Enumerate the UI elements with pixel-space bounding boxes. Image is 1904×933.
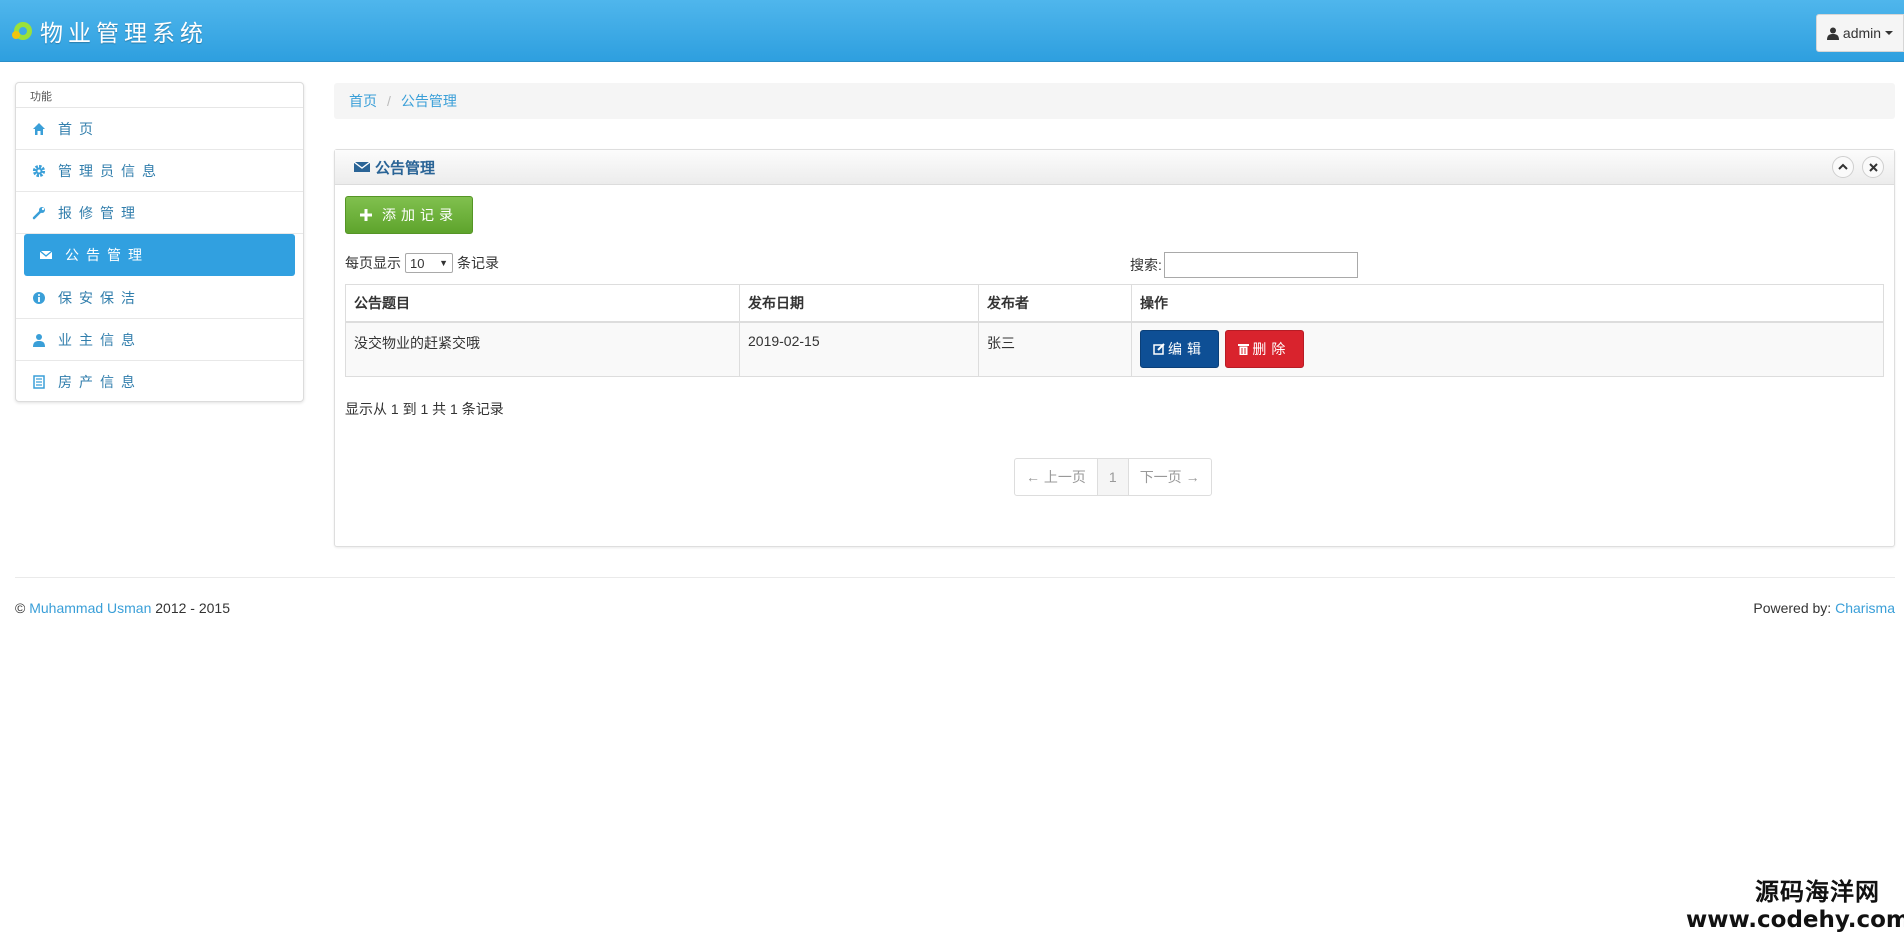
sidebar-item-label: 业主信息 <box>58 331 142 348</box>
envelope-icon <box>354 161 370 172</box>
search-label: 搜索: <box>1130 257 1162 273</box>
user-name: admin <box>1842 25 1882 41</box>
footer-divider <box>15 577 1895 578</box>
watermark-url: www.codehy.com <box>1686 907 1904 933</box>
edit-icon <box>1153 343 1165 355</box>
search-control: 搜索: <box>1130 252 1358 278</box>
sidebar: 功能 首页 管理员信息 报修管理 公告管理 保安保洁 业主信息 房产信息 <box>15 82 304 402</box>
panel-title: 公告管理 <box>354 157 435 178</box>
notice-table: 公告题目 发布日期 发布者 操作 没交物业的赶紧交哦 2019-02-15 张三… <box>345 284 1884 377</box>
sidebar-title: 功能 <box>16 83 303 108</box>
sidebar-item-repair[interactable]: 报修管理 <box>16 192 303 234</box>
sidebar-item-label: 房产信息 <box>58 374 142 390</box>
logo-icon <box>12 19 36 43</box>
home-icon <box>33 122 45 135</box>
author-link[interactable]: Muhammad Usman <box>29 600 151 616</box>
add-record-label: 添加记录 <box>382 207 458 223</box>
watermark: 源码海洋网 www.codehy.com <box>1686 872 1904 933</box>
breadcrumb: 首页 / 公告管理 <box>334 83 1895 119</box>
brand-title: 物业管理系统 <box>40 21 208 47</box>
cell-author: 张三 <box>978 321 1132 377</box>
cell-title: 没交物业的赶紧交哦 <box>345 321 740 377</box>
footer-copyright: © Muhammad Usman 2012 - 2015 <box>15 600 230 616</box>
pagination: ← 上一页 1 下一页 → <box>1014 458 1212 496</box>
sidebar-item-label: 首页 <box>58 120 100 137</box>
copyright-years: 2012 - 2015 <box>155 600 230 616</box>
next-page-button[interactable]: 下一页 → <box>1129 459 1211 495</box>
watermark-cn: 源码海洋网 <box>1755 878 1880 906</box>
notice-panel: 公告管理 添加记录 每页显示 10 ▼ 条记录 搜索: 公告题目 发布日期 发布… <box>334 149 1895 547</box>
column-header-author[interactable]: 发布者 <box>978 284 1132 323</box>
add-record-button[interactable]: 添加记录 <box>345 196 473 234</box>
page-length-control: 每页显示 10 ▼ 条记录 <box>345 253 499 273</box>
top-navbar: 物业管理系统 admin <box>0 0 1904 62</box>
sidebar-item-label: 管理员信息 <box>58 162 163 179</box>
sidebar-item-property[interactable]: 房产信息 <box>16 361 303 403</box>
sidebar-item-home[interactable]: 首页 <box>16 108 303 150</box>
page-length-select[interactable]: 10 ▼ <box>405 253 453 273</box>
close-icon <box>1868 162 1878 172</box>
copyright-symbol: © <box>15 600 26 616</box>
delete-label: 删除 <box>1252 341 1291 358</box>
wrench-icon <box>32 206 45 219</box>
cell-actions: 编辑 删除 <box>1131 321 1884 377</box>
sidebar-item-label: 公告管理 <box>65 247 149 263</box>
panel-title-text: 公告管理 <box>375 159 436 177</box>
cell-date: 2019-02-15 <box>739 321 979 377</box>
table-header-row: 公告题目 发布日期 发布者 操作 <box>345 284 1884 323</box>
delete-button[interactable]: 删除 <box>1224 330 1304 369</box>
page-number-1[interactable]: 1 <box>1096 459 1129 495</box>
plus-icon <box>360 209 372 221</box>
trash-icon <box>1238 344 1250 356</box>
page-length-suffix: 条记录 <box>457 255 499 271</box>
panel-tools <box>1824 156 1884 178</box>
charisma-link[interactable]: Charisma <box>1835 600 1895 616</box>
sidebar-item-owners[interactable]: 业主信息 <box>16 319 303 361</box>
panel-header: 公告管理 <box>335 150 1894 185</box>
powered-by-text: Powered by: <box>1753 600 1832 616</box>
column-header-title[interactable]: 公告题目 <box>345 284 740 323</box>
envelope-icon <box>39 250 53 259</box>
sidebar-item-admin-info[interactable]: 管理员信息 <box>16 150 303 192</box>
footer-powered: Powered by: Charisma <box>1753 600 1895 616</box>
breadcrumb-current-link[interactable]: 公告管理 <box>401 91 457 111</box>
user-icon <box>33 333 45 347</box>
column-header-date[interactable]: 发布日期 <box>739 284 979 323</box>
brand[interactable]: 物业管理系统 <box>12 14 208 48</box>
breadcrumb-home-link[interactable]: 首页 <box>349 91 377 111</box>
caret-down-icon: ▼ <box>439 258 448 268</box>
page-length-prefix: 每页显示 <box>345 255 401 271</box>
chevron-up-icon <box>1838 163 1848 170</box>
table-row: 没交物业的赶紧交哦 2019-02-15 张三 编辑 删除 <box>345 321 1884 377</box>
user-icon <box>1826 27 1839 40</box>
sidebar-item-notice[interactable]: 公告管理 <box>24 234 295 276</box>
sidebar-item-label: 报修管理 <box>58 204 142 221</box>
edit-label: 编辑 <box>1168 341 1206 358</box>
collapse-button[interactable] <box>1832 156 1854 178</box>
sidebar-item-security[interactable]: 保安保洁 <box>16 277 303 319</box>
info-icon <box>33 291 45 304</box>
table-info: 显示从 1 到 1 共 1 条记录 <box>345 401 504 417</box>
prev-page-button[interactable]: ← 上一页 <box>1015 459 1097 495</box>
sidebar-item-label: 保安保洁 <box>58 289 142 306</box>
edit-button[interactable]: 编辑 <box>1140 330 1219 369</box>
column-header-actions: 操作 <box>1131 284 1884 323</box>
breadcrumb-separator: / <box>387 93 391 109</box>
search-input[interactable] <box>1163 252 1358 278</box>
list-icon <box>33 375 45 389</box>
user-menu-button[interactable]: admin <box>1816 14 1904 52</box>
chevron-down-icon <box>1885 31 1894 35</box>
close-button[interactable] <box>1862 156 1884 178</box>
page-length-value: 10 <box>410 255 425 271</box>
gear-icon <box>32 164 46 177</box>
